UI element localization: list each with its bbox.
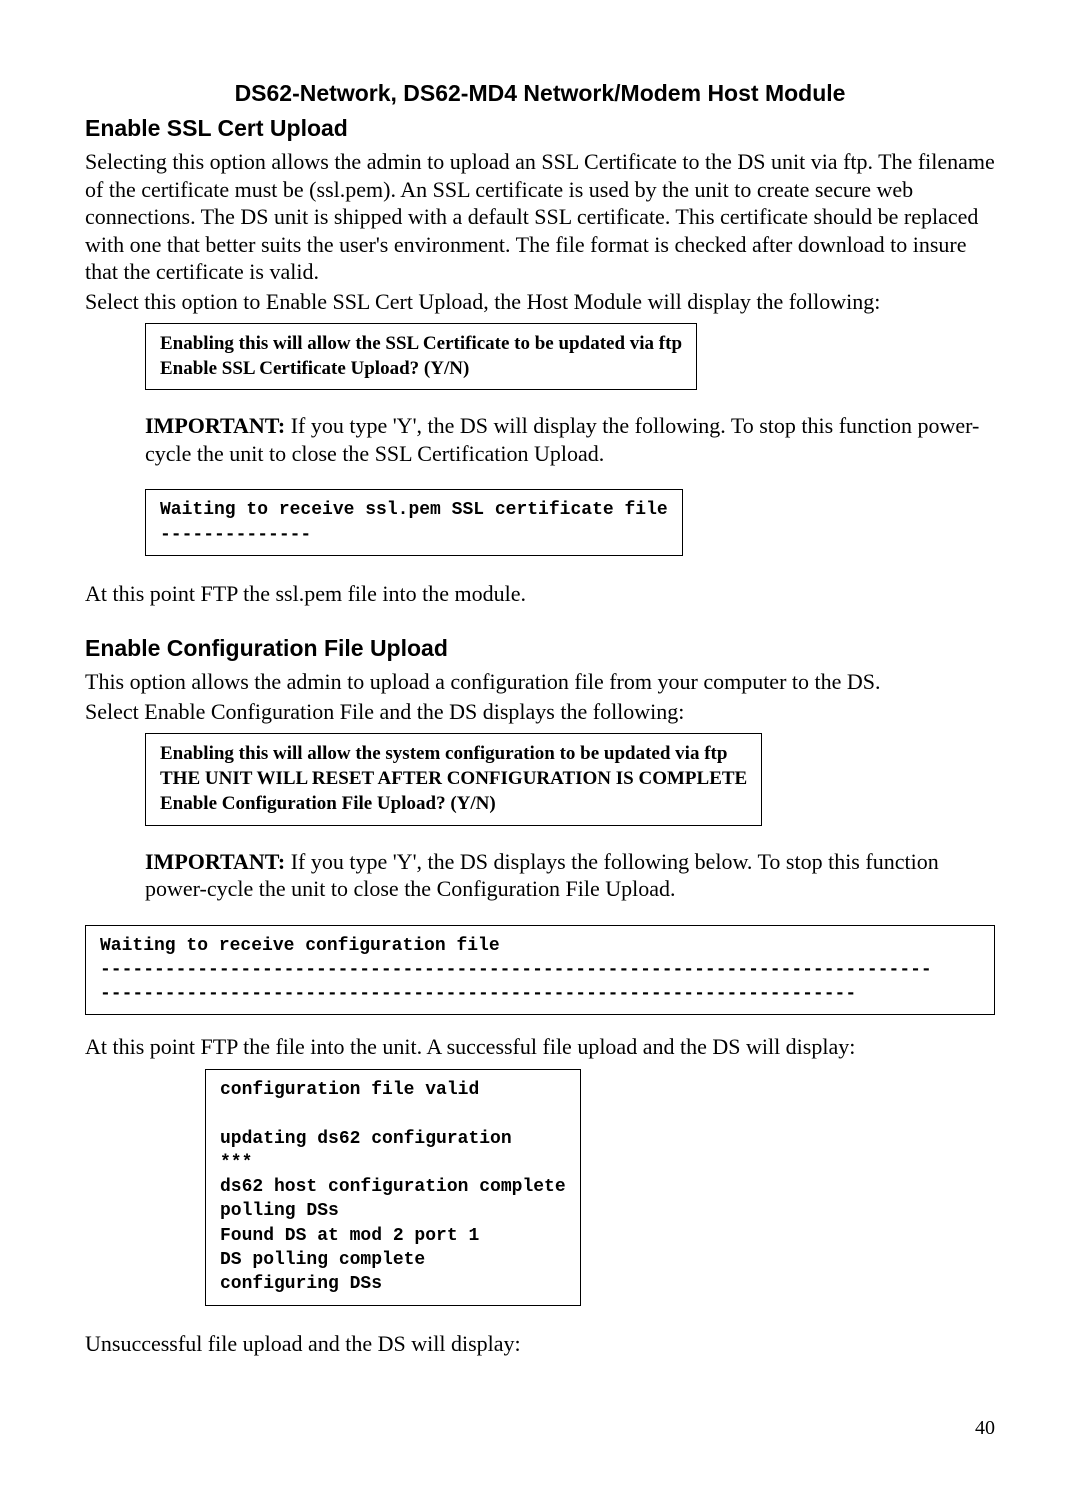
section-heading-config: Enable Configuration File Upload [85, 635, 995, 662]
config-paragraph-3: At this point FTP the file into the unit… [85, 1033, 995, 1061]
ssl-prompt-box: Enabling this will allow the SSL Certifi… [145, 323, 697, 390]
config-important-note: IMPORTANT: If you type 'Y', the DS displ… [145, 848, 995, 903]
config-waiting-box: Waiting to receive configuration file --… [85, 925, 995, 1016]
config-prompt-box-container: Enabling this will allow the system conf… [145, 733, 995, 825]
config-paragraph-1: This option allows the admin to upload a… [85, 668, 995, 696]
config-paragraph-2: Select Enable Configuration File and the… [85, 698, 995, 726]
ssl-waiting-box: Waiting to receive ssl.pem SSL certifica… [145, 489, 683, 556]
config-paragraph-4: Unsuccessful file upload and the DS will… [85, 1330, 995, 1358]
page-number: 40 [85, 1417, 995, 1440]
ssl-paragraph-2: Select this option to Enable SSL Cert Up… [85, 288, 995, 316]
ssl-paragraph-1: Selecting this option allows the admin t… [85, 148, 995, 286]
config-success-box: configuration file valid updating ds62 c… [205, 1069, 581, 1306]
document-title: DS62-Network, DS62-MD4 Network/Modem Hos… [85, 80, 995, 107]
config-prompt-box: Enabling this will allow the system conf… [145, 733, 762, 825]
config-success-box-container: configuration file valid updating ds62 c… [205, 1069, 995, 1306]
ssl-important-note: IMPORTANT: If you type 'Y', the DS will … [145, 412, 995, 467]
important-label: IMPORTANT: [145, 849, 285, 874]
page-container: DS62-Network, DS62-MD4 Network/Modem Hos… [0, 0, 1080, 1500]
ssl-paragraph-3: At this point FTP the ssl.pem file into … [85, 580, 995, 608]
ssl-waiting-box-container: Waiting to receive ssl.pem SSL certifica… [145, 489, 995, 556]
ssl-prompt-box-container: Enabling this will allow the SSL Certifi… [145, 323, 995, 390]
important-label: IMPORTANT: [145, 413, 285, 438]
section-heading-ssl: Enable SSL Cert Upload [85, 115, 995, 142]
